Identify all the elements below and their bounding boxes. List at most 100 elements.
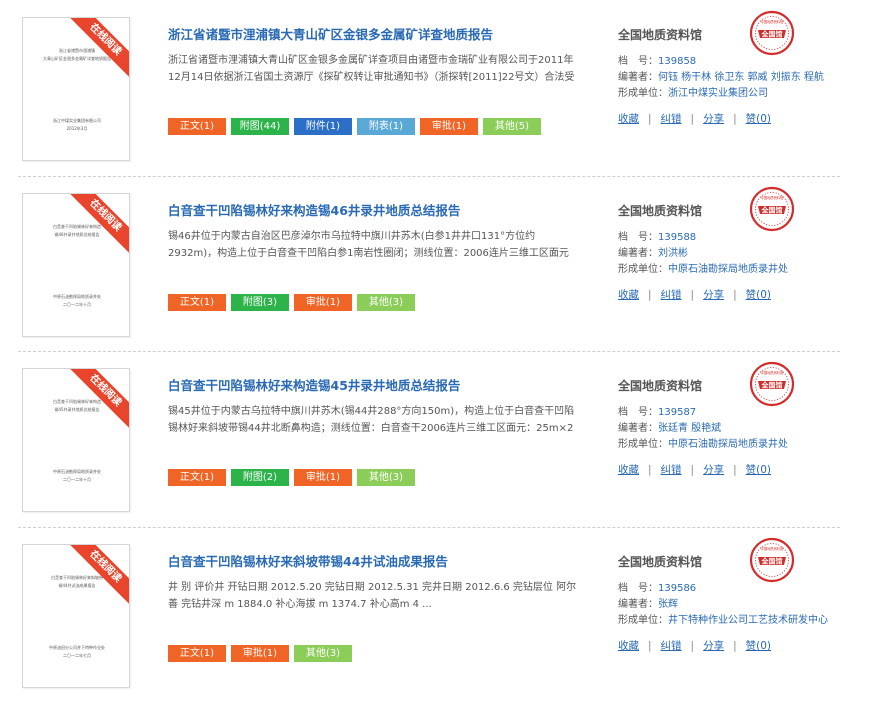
document-thumbnail[interactable]: 白音查干凹陷锡林好来构造 锡46井录井地质总结报告 中原石油勘探局地质录井处 二〇一二…	[22, 193, 130, 337]
record-meta-panel: 全国地质资料馆档 号：139586 编著者：张辉 形成单位：井下特种作业公司工艺技术…	[618, 527, 848, 699]
share-link[interactable]: 分享	[703, 289, 724, 301]
like-link[interactable]: 赞(0)	[746, 113, 771, 125]
authors-label: 编著者：	[618, 423, 658, 434]
archive-number-row: 档 号：139588	[618, 231, 696, 245]
attachment-tag-button[interactable]: 其他(3)	[294, 645, 352, 662]
attachment-tag-button[interactable]: 正文(1)	[168, 294, 226, 311]
record-summary: 井 别 评价井 开钻日期 2012.5.20 完钻日期 2012.5.31 完井…	[168, 582, 577, 610]
attachment-tag-button[interactable]: 正文(1)	[168, 469, 226, 486]
attachment-tags: 正文(1) 审批(1) 其他(3)	[168, 645, 357, 662]
thumbnail-footer-line: 中原石油勘探局地质录井处	[53, 469, 101, 474]
record-title-link[interactable]: 浙江省诸暨市浬浦镇大青山矿区金银多金属矿详查地质报告	[168, 24, 493, 43]
unit-label: 形成单位：	[618, 88, 668, 99]
action-separator: |	[690, 113, 695, 125]
seal-ring-text: 中国地质资料馆	[761, 19, 783, 24]
share-link[interactable]: 分享	[703, 113, 724, 125]
unit-value: 中原石油勘探局地质录井处	[668, 264, 788, 275]
share-link[interactable]: 分享	[703, 640, 724, 652]
archive-number-row: 档 号：139586	[618, 582, 696, 596]
document-thumbnail[interactable]: 白音查干凹陷锡林好来构造 锡45井录井地质总结报告 中原石油勘探局地质录井处 二〇一二…	[22, 368, 130, 512]
attachment-tags: 正文(1) 附图(3) 审批(1) 其他(3)	[168, 294, 420, 311]
seal-ring-text: 中国地质资料馆	[761, 370, 783, 375]
like-link[interactable]: 赞(0)	[746, 464, 771, 476]
thumbnail-footer-line: 二〇一二年十月	[63, 302, 91, 307]
attachment-tag-button[interactable]: 其他(3)	[357, 469, 415, 486]
unit-value: 中原石油勘探局地质录井处	[668, 439, 788, 450]
library-seal-icon: 全国馆 中国地质资料馆	[749, 10, 795, 56]
action-separator: |	[733, 464, 737, 476]
like-link[interactable]: 赞(0)	[746, 640, 771, 652]
document-thumbnail[interactable]: 浙江省诸暨市浬浦镇 大青山矿区金银多金属矿详查地质报告 浙江中煤实业集团有限公司 20…	[22, 17, 130, 161]
record-meta-panel: 全国地质资料馆档 号：139588 编著者：刘洪彬 形成单位：中原石油勘探局地质录井…	[618, 176, 848, 348]
archive-number-value: 139587	[658, 407, 697, 418]
report-error-link[interactable]: 纠错	[661, 640, 682, 652]
favorite-link[interactable]: 收藏	[618, 640, 639, 652]
report-error-link[interactable]: 纠错	[661, 113, 682, 125]
attachment-tag-button[interactable]: 审批(1)	[420, 118, 478, 135]
attachment-tag-button[interactable]: 附图(2)	[231, 469, 289, 486]
report-error-link[interactable]: 纠错	[661, 464, 682, 476]
unit-row: 形成单位：中原石油勘探局地质录井处	[618, 438, 788, 452]
favorite-link[interactable]: 收藏	[618, 464, 639, 476]
record-actions: 收藏 | 纠错 | 分享 | 赞(0)	[618, 638, 771, 653]
favorite-link[interactable]: 收藏	[618, 289, 639, 301]
unit-label: 形成单位：	[618, 439, 668, 450]
action-separator: |	[690, 464, 695, 476]
attachment-tag-button[interactable]: 附表(1)	[357, 118, 415, 135]
archive-number-value: 139588	[658, 232, 697, 243]
archive-number-label: 档 号：	[618, 583, 658, 594]
library-seal-icon: 全国馆 中国地质资料馆	[749, 186, 795, 232]
attachment-tag-button[interactable]: 审批(1)	[294, 294, 352, 311]
unit-row: 形成单位：中原石油勘探局地质录井处	[618, 263, 788, 277]
thumbnail-footer-line: 2012年3月	[66, 126, 88, 131]
authors-row: 编著者：张辉	[618, 598, 678, 612]
attachment-tag-button[interactable]: 审批(1)	[231, 645, 289, 662]
attachment-tag-button[interactable]: 附件(1)	[294, 118, 352, 135]
attachment-tag-button[interactable]: 其他(5)	[483, 118, 541, 135]
attachment-tag-button[interactable]: 审批(1)	[294, 469, 352, 486]
action-separator: |	[690, 289, 695, 301]
library-seal-icon: 全国馆 中国地质资料馆	[749, 361, 795, 407]
attachment-tag-button[interactable]: 附图(3)	[231, 294, 289, 311]
library-seal-icon: 全国馆 中国地质资料馆	[749, 537, 795, 583]
record-actions: 收藏 | 纠错 | 分享 | 赞(0)	[618, 111, 771, 126]
unit-value: 井下特种作业公司工艺技术研发中心	[668, 615, 828, 626]
thumbnail-footer-line: 二〇一二年七月	[63, 653, 91, 658]
archive-number-label: 档 号：	[618, 407, 658, 418]
record-actions: 收藏 | 纠错 | 分享 | 赞(0)	[618, 287, 771, 302]
attachment-tag-button[interactable]: 其他(3)	[357, 294, 415, 311]
record-item: 白音查干凹陷锡林好来斜坡带 锡44井试油成果报告 中原油田分公司井下特种作业处 二〇一…	[0, 527, 877, 699]
action-separator: |	[648, 113, 652, 125]
holding-organization: 全国地质资料馆	[618, 204, 703, 218]
attachment-tag-button[interactable]: 正文(1)	[168, 118, 226, 135]
unit-label: 形成单位：	[618, 264, 668, 275]
authors-value: 张廷青 殷艳斌	[658, 423, 722, 434]
document-thumbnail[interactable]: 白音查干凹陷锡林好来斜坡带 锡44井试油成果报告 中原油田分公司井下特种作业处 二〇一…	[22, 544, 130, 688]
archive-number-value: 139858	[658, 56, 697, 67]
record-summary: 浙江省诸暨市浬浦镇大青山矿区金银多金属矿详查项目由诸暨市金瑞矿业有限公司于201…	[168, 55, 575, 83]
authors-value: 刘洪彬	[658, 248, 688, 259]
seal-text: 全国馆	[761, 30, 783, 39]
record-meta-panel: 全国地质资料馆档 号：139587 编著者：张廷青 殷艳斌 形成单位：中原石油勘探局…	[618, 351, 848, 523]
share-link[interactable]: 分享	[703, 464, 724, 476]
attachment-tag-button[interactable]: 附图(44)	[231, 118, 289, 135]
report-error-link[interactable]: 纠错	[661, 289, 682, 301]
action-separator: |	[690, 640, 695, 652]
like-link[interactable]: 赞(0)	[746, 289, 771, 301]
action-separator: |	[733, 289, 737, 301]
record-title-link[interactable]: 白音查干凹陷锡林好来构造锡46井录井地质总结报告	[168, 200, 460, 219]
record-summary: 锡46井位于内蒙古自治区巴彦淖尔市乌拉特中旗川井苏木(白参1井井口131°方位约…	[168, 231, 569, 259]
action-separator: |	[648, 289, 652, 301]
unit-row: 形成单位：井下特种作业公司工艺技术研发中心	[618, 614, 828, 628]
authors-row: 编著者：刘洪彬	[618, 247, 688, 261]
record-title-link[interactable]: 白音查干凹陷锡林好来构造锡45井录井地质总结报告	[168, 375, 460, 394]
archive-number-row: 档 号：139587	[618, 406, 696, 420]
record-title-link[interactable]: 白音查干凹陷锡林好来斜坡带锡44井试油成果报告	[168, 551, 448, 570]
seal-text: 全国馆	[761, 381, 783, 390]
record-item: 白音查干凹陷锡林好来构造 锡45井录井地质总结报告 中原石油勘探局地质录井处 二〇一二…	[0, 351, 877, 523]
favorite-link[interactable]: 收藏	[618, 113, 639, 125]
record-actions: 收藏 | 纠错 | 分享 | 赞(0)	[618, 462, 771, 477]
attachment-tags: 正文(1) 附图(2) 审批(1) 其他(3)	[168, 469, 420, 486]
seal-text: 全国馆	[761, 206, 783, 215]
attachment-tag-button[interactable]: 正文(1)	[168, 645, 226, 662]
